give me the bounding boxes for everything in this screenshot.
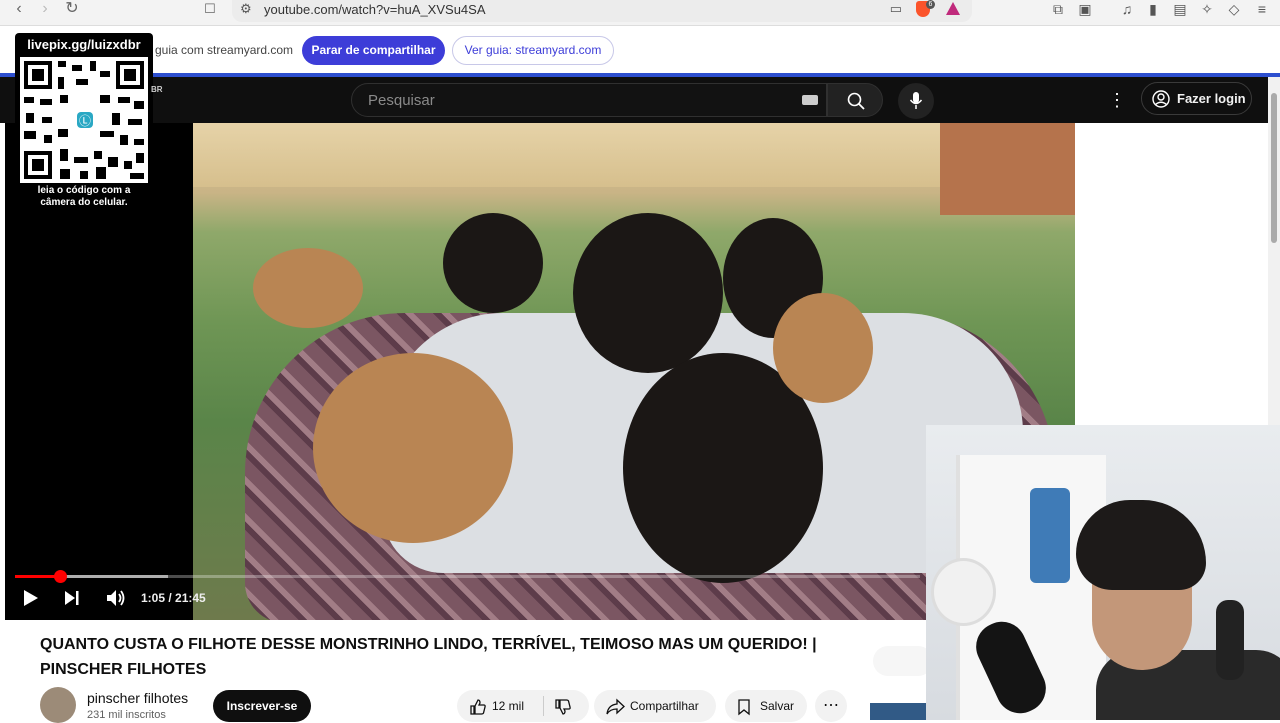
next-icon[interactable]	[63, 587, 81, 609]
leo-ai-icon[interactable]: ✧	[1197, 0, 1217, 20]
url-text: youtube.com/watch?v=huA_XVSu4SA	[264, 2, 486, 17]
qr-code-image: Ⓛ	[20, 57, 148, 183]
view-tab-button[interactable]: Ver guia: streamyard.com	[452, 36, 614, 65]
site-settings-icon[interactable]: ⚙	[240, 1, 252, 17]
webcam-overlay	[926, 425, 1280, 720]
share-icon	[606, 698, 625, 715]
shields-count-badge: 6	[926, 0, 935, 9]
forward-icon[interactable]: ›	[35, 0, 55, 20]
save-label: Salvar	[760, 699, 795, 713]
scrubber-handle[interactable]	[54, 570, 68, 583]
browser-toolbar: ‹ › ↻ ☐ ⚙ youtube.com/watch?v=huA_XVSu4S…	[0, 0, 1280, 26]
chip-placeholder	[873, 646, 933, 676]
dog-2	[313, 353, 513, 543]
dog-4	[573, 213, 723, 373]
dog-7	[773, 293, 873, 403]
back-icon[interactable]: ‹	[9, 0, 29, 20]
webcam-fan	[931, 558, 996, 626]
related-video-thumbnail[interactable]	[870, 703, 928, 720]
subscriber-count: 231 mil inscritos	[87, 709, 166, 721]
play-icon[interactable]	[22, 587, 40, 609]
search-button[interactable]	[827, 83, 883, 117]
like-dislike-group: 12 mil	[457, 690, 589, 722]
svg-text:Ⓛ: Ⓛ	[79, 114, 91, 128]
qr-note-line1: leia o código com a	[37, 185, 131, 196]
screen-share-bar: guia com streamyard.com Parar de compart…	[0, 26, 1280, 74]
more-actions-icon[interactable]: ⋯	[815, 690, 847, 722]
voice-search-button[interactable]	[898, 83, 934, 119]
cast-icon[interactable]: ▭	[890, 1, 902, 17]
stop-sharing-button[interactable]: Parar de compartilhar	[302, 36, 445, 65]
search-icon	[847, 92, 865, 110]
search-box	[351, 83, 827, 117]
donation-qr-overlay: livepix.gg/luizxdbr Ⓛ leia o código com …	[15, 33, 153, 211]
address-bar[interactable]: ⚙ youtube.com/watch?v=huA_XVSu4SA ▭	[232, 0, 972, 22]
extensions-icon[interactable]: ⧉	[1048, 0, 1068, 20]
qr-note-line2: câmera do celular.	[40, 197, 128, 208]
youtube-header: ⋮ Fazer login	[0, 77, 1268, 123]
music-icon[interactable]: ♫	[1117, 0, 1137, 20]
reader-icon[interactable]: ▣	[1075, 0, 1095, 20]
wallet-icon[interactable]: ▤	[1170, 0, 1190, 20]
search-input[interactable]	[366, 89, 786, 111]
save-icon	[738, 699, 750, 716]
dog-3	[443, 213, 543, 313]
bookmark-icon[interactable]: ☐	[200, 0, 220, 20]
channel-avatar[interactable]	[40, 687, 76, 723]
account-icon	[1152, 90, 1170, 108]
share-label: Compartilhar	[630, 699, 699, 713]
vpn-icon[interactable]: ◇	[1224, 0, 1244, 20]
progress-bar[interactable]	[15, 570, 920, 583]
like-divider	[543, 696, 544, 716]
qr-instructions: leia o código com a câmera do celular.	[15, 185, 153, 209]
brave-rewards-icon[interactable]	[946, 2, 960, 15]
sign-in-button[interactable]: Fazer login	[1141, 82, 1252, 115]
share-button[interactable]: Compartilhar	[594, 690, 716, 722]
streamer-headphones	[1216, 600, 1244, 680]
save-button[interactable]: Salvar	[725, 690, 807, 722]
dog-1	[253, 248, 363, 328]
webcam-streamer	[1076, 500, 1280, 720]
sidebar-icon[interactable]: ▮	[1143, 0, 1163, 20]
reload-icon[interactable]: ↻	[62, 0, 82, 20]
brick-wall	[940, 123, 1075, 215]
mic-icon	[909, 92, 923, 109]
channel-name[interactable]: pinscher filhotes	[87, 690, 188, 706]
volume-icon[interactable]	[105, 587, 127, 609]
video-title: QUANTO CUSTA O FILHOTE DESSE MONSTRINHO …	[40, 636, 817, 678]
time-display: 1:05 / 21:45	[141, 591, 206, 605]
share-status-text: guia com streamyard.com	[155, 43, 294, 57]
youtube-logo-region-tag: BR	[151, 85, 163, 94]
qr-url: livepix.gg/luizxdbr	[27, 37, 141, 52]
dislike-icon[interactable]	[554, 698, 572, 716]
webcam-hanging-shirt	[1030, 488, 1070, 583]
scrollbar-thumb[interactable]	[1271, 93, 1277, 243]
like-count[interactable]: 12 mil	[492, 699, 524, 713]
menu-icon[interactable]: ≡	[1252, 0, 1272, 20]
keyboard-icon[interactable]	[802, 95, 818, 105]
sign-in-label: Fazer login	[1177, 91, 1246, 106]
streamer-hair	[1076, 500, 1206, 590]
like-icon[interactable]	[469, 698, 487, 716]
subscribe-button[interactable]: Inscrever-se	[213, 690, 311, 722]
settings-menu-icon[interactable]: ⋮	[1108, 89, 1126, 111]
